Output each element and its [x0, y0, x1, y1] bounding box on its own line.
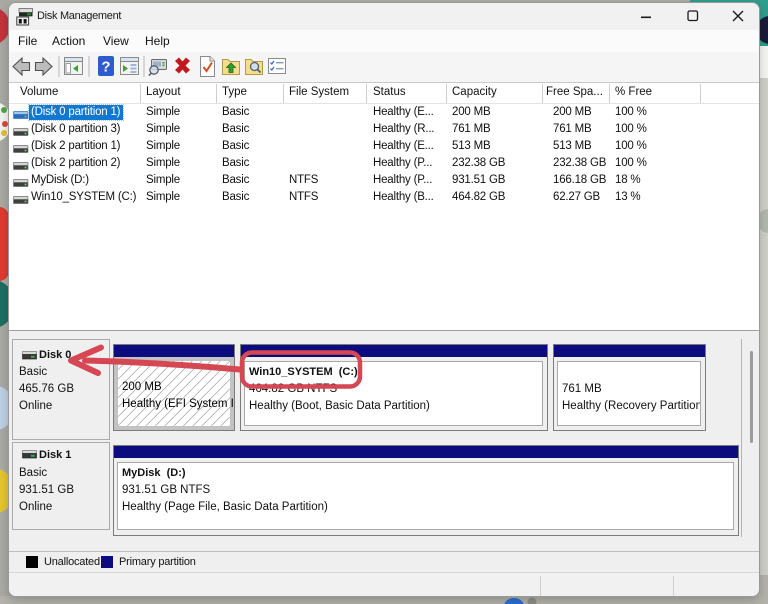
svg-text:?: ?	[101, 59, 110, 76]
